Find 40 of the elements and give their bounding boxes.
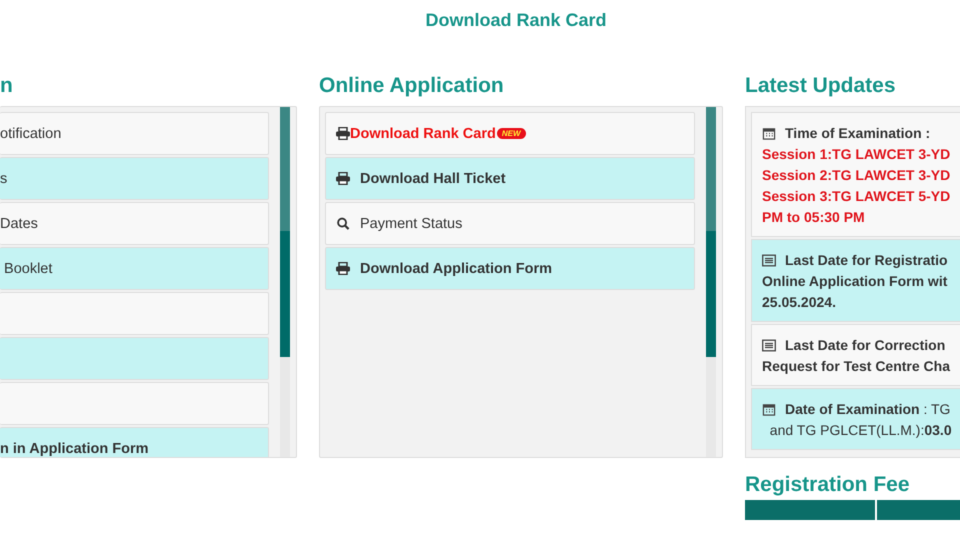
update-text: Last Date for Correction [785, 336, 946, 355]
new-badge: NEW [496, 128, 526, 139]
update-text: Last Date for Registratio [785, 251, 948, 270]
menu-item[interactable] [0, 337, 269, 380]
menu-item[interactable] [0, 292, 269, 335]
update-text: Time of Examination : [785, 124, 930, 143]
menu-item[interactable]: Download Hall Ticket [325, 157, 695, 200]
scrollbar[interactable] [706, 107, 716, 457]
printer-icon [336, 172, 350, 185]
session-text: Session 1:TG LAWCET 3-YD [762, 145, 952, 164]
menu-item[interactable]: n in Application Form [0, 427, 269, 457]
menu-item[interactable]: Download Rank Card NEW [325, 112, 695, 155]
calendar-icon [762, 127, 776, 140]
update-text: 25.05.2024. [762, 293, 836, 312]
session-text: Session 2:TG LAWCET 3-YD [762, 166, 952, 185]
section-heading: Latest Updates [745, 73, 897, 99]
rank-card-link[interactable]: Download Rank Card [425, 10, 607, 30]
update-text: and TG PGLCET(LL.M.):03.0 [768, 421, 952, 440]
section-heading: Online Application [319, 73, 505, 99]
session-text: PM to 05:30 PM [762, 208, 866, 227]
menu-item[interactable] [0, 382, 269, 425]
search-icon [336, 217, 350, 230]
menu-item[interactable]: Booklet [0, 247, 269, 290]
menu-item[interactable]: Download Application Form [325, 247, 695, 290]
menu-item[interactable]: Dates [0, 202, 269, 245]
section-heading: n [0, 73, 14, 99]
update-text: Date of Examination : TG [785, 400, 950, 419]
section-heading: Registration Fee [745, 472, 911, 498]
menu-item[interactable]: otification [0, 112, 269, 155]
list-icon [762, 339, 776, 352]
menu-item[interactable]: Payment Status [325, 202, 695, 245]
update-text: Request for Test Centre Cha [762, 357, 950, 376]
menu-item[interactable]: s [0, 157, 269, 200]
printer-icon [336, 127, 350, 140]
printer-icon [336, 262, 350, 275]
list-icon [762, 254, 776, 267]
session-text: Session 3:TG LAWCET 5-YD [762, 187, 952, 206]
update-text: Online Application Form wit [762, 272, 948, 291]
calendar-icon [762, 403, 776, 416]
scrollbar[interactable] [280, 107, 290, 457]
